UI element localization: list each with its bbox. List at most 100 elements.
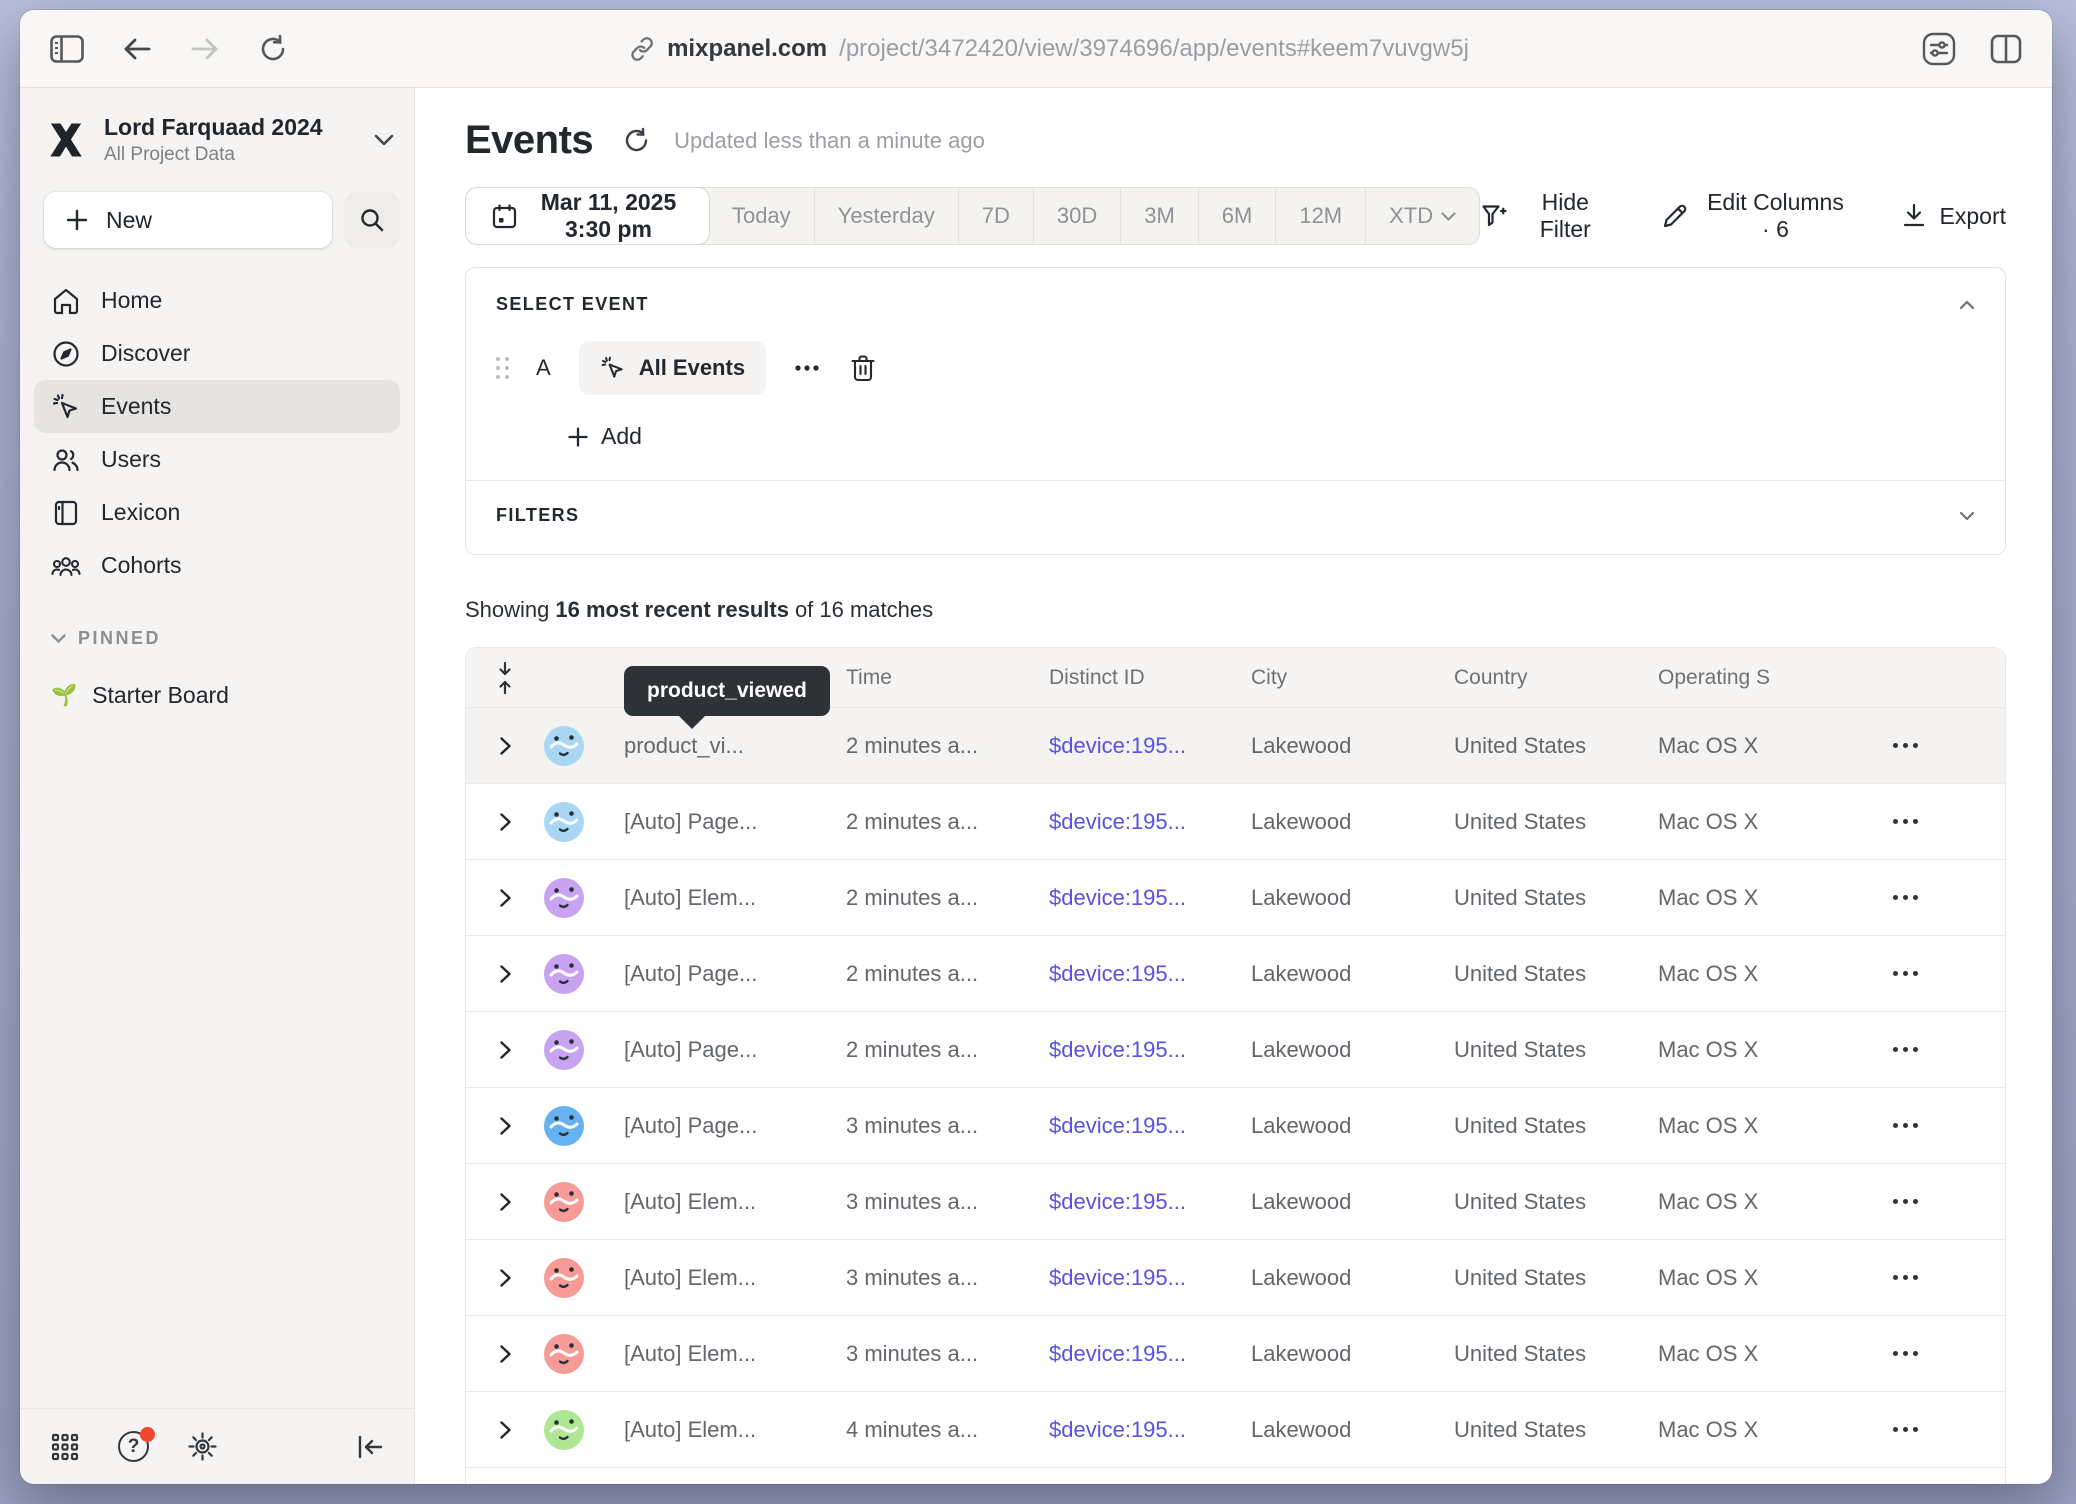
sidebar-item-starter-board[interactable]: 🌱 Starter Board bbox=[34, 669, 400, 721]
range-today[interactable]: Today bbox=[709, 188, 814, 244]
browser-forward-button[interactable] bbox=[190, 36, 220, 62]
expand-cell-wrap bbox=[466, 1420, 544, 1440]
search-button[interactable] bbox=[344, 192, 400, 248]
hide-filter-button[interactable]: Hide Filter bbox=[1480, 189, 1609, 243]
sprout-icon: 🌱 bbox=[51, 685, 77, 706]
distinct-id-link[interactable]: $device:195... bbox=[1049, 885, 1251, 911]
delete-event-button[interactable] bbox=[850, 354, 876, 382]
row-more-options-button[interactable] bbox=[1861, 971, 1918, 976]
expand-row-button[interactable] bbox=[499, 964, 512, 984]
sidebar-item-cohorts[interactable]: Cohorts bbox=[34, 539, 400, 592]
sort-order-icon[interactable] bbox=[495, 661, 515, 695]
expand-filters-button[interactable] bbox=[1959, 511, 1975, 521]
drag-handle-icon[interactable] bbox=[496, 357, 510, 380]
row-more-options-button[interactable] bbox=[1861, 1275, 1918, 1280]
distinct-id-link[interactable]: $device:195... bbox=[1049, 1037, 1251, 1063]
distinct-id-link[interactable]: $device:195... bbox=[1049, 1189, 1251, 1215]
distinct-id-link[interactable]: $device:195... bbox=[1049, 1113, 1251, 1139]
row-more-options-button[interactable] bbox=[1861, 1199, 1918, 1204]
table-row[interactable]: [Auto] Page...2 minutes a...$device:195.… bbox=[466, 936, 2005, 1012]
export-button[interactable]: Export bbox=[1901, 202, 2006, 230]
browser-reload-button[interactable] bbox=[258, 34, 288, 64]
project-switcher[interactable]: Lord Farquaad 2024 All Project Data bbox=[44, 114, 394, 166]
expand-row-button[interactable] bbox=[499, 1420, 512, 1440]
forward-arrow-icon bbox=[190, 36, 220, 62]
address-bar[interactable]: mixpanel.com/project/3472420/view/397469… bbox=[603, 35, 1469, 63]
table-row[interactable]: [Auto] Page...2 minutes a...$device:195.… bbox=[466, 1012, 2005, 1088]
expand-row-button[interactable] bbox=[499, 736, 512, 756]
sidebar-item-home[interactable]: Home bbox=[34, 274, 400, 327]
project-subtitle: All Project Data bbox=[104, 144, 323, 166]
browser-back-button[interactable] bbox=[122, 36, 152, 62]
distinct-id-link[interactable]: $device:195... bbox=[1049, 1265, 1251, 1291]
range-yesterday[interactable]: Yesterday bbox=[814, 188, 958, 244]
settings-button[interactable] bbox=[187, 1431, 218, 1462]
apps-grid-button[interactable] bbox=[50, 1432, 80, 1462]
os-cell: Mac OS X bbox=[1658, 1265, 1861, 1291]
new-button[interactable]: New bbox=[44, 192, 332, 248]
row-more-options-button[interactable] bbox=[1861, 1123, 1918, 1128]
expand-row-button[interactable] bbox=[499, 1192, 512, 1212]
row-more-options-button[interactable] bbox=[1861, 819, 1918, 824]
distinct-id-link[interactable]: $device:195... bbox=[1049, 733, 1251, 759]
table-row-partial[interactable] bbox=[466, 1468, 2005, 1484]
browser-split-view-button[interactable] bbox=[1990, 34, 2022, 64]
sidebar-item-events[interactable]: Events bbox=[34, 380, 400, 433]
table-row[interactable]: [Auto] Elem...3 minutes a...$device:195.… bbox=[466, 1164, 2005, 1240]
sidebar-item-label: Users bbox=[101, 446, 161, 473]
row-more-options-button[interactable] bbox=[1861, 1047, 1918, 1052]
collapse-sidebar-button[interactable] bbox=[356, 1434, 384, 1460]
sidebar-item-users[interactable]: Users bbox=[34, 433, 400, 486]
row-more-options-button[interactable] bbox=[1861, 1351, 1918, 1356]
expand-row-button[interactable] bbox=[499, 1344, 512, 1364]
table-row[interactable]: [Auto] Elem...3 minutes a...$device:195.… bbox=[466, 1240, 2005, 1316]
row-more-options-button[interactable] bbox=[1861, 895, 1918, 900]
range-3m[interactable]: 3M bbox=[1120, 188, 1198, 244]
add-event-button[interactable]: Add bbox=[568, 423, 642, 450]
range-12m[interactable]: 12M bbox=[1275, 188, 1365, 244]
pinned-section-header[interactable]: PINNED bbox=[51, 628, 400, 649]
collapse-select-event-button[interactable] bbox=[1959, 300, 1975, 310]
chevron-down-icon bbox=[1441, 212, 1456, 221]
table-row[interactable]: [Auto] Page...3 minutes a...$device:195.… bbox=[466, 1088, 2005, 1164]
expand-row-button[interactable] bbox=[499, 812, 512, 832]
refresh-icon bbox=[623, 127, 650, 154]
date-picker-button[interactable]: Mar 11, 2025 3:30 pm bbox=[465, 187, 710, 245]
range-xtd[interactable]: XTD bbox=[1365, 188, 1479, 244]
range-30d[interactable]: 30D bbox=[1033, 188, 1120, 244]
help-button[interactable]: ? bbox=[118, 1431, 149, 1462]
row-more-options-button[interactable] bbox=[1861, 1427, 1918, 1432]
row-more-options-button[interactable] bbox=[1861, 743, 1918, 748]
more-cell-wrap bbox=[1861, 743, 2005, 748]
header-country: Country bbox=[1454, 666, 1658, 690]
browser-page-settings-button[interactable] bbox=[1922, 32, 1956, 66]
collapse-sidebar-icon bbox=[356, 1434, 384, 1460]
event-more-options-button[interactable] bbox=[794, 364, 820, 372]
expand-cell-wrap bbox=[466, 1268, 544, 1288]
table-row[interactable]: [Auto] Elem...2 minutes a...$device:195.… bbox=[466, 860, 2005, 936]
sidebar-item-discover[interactable]: Discover bbox=[34, 327, 400, 380]
range-6m[interactable]: 6M bbox=[1198, 188, 1276, 244]
edit-columns-button[interactable]: Edit Columns · 6 bbox=[1661, 189, 1848, 243]
expand-row-button[interactable] bbox=[499, 888, 512, 908]
expand-row-button[interactable] bbox=[499, 1116, 512, 1136]
table-row[interactable]: [Auto] Elem...4 minutes a...$device:195.… bbox=[466, 1392, 2005, 1468]
sidebar: Lord Farquaad 2024 All Project Data New bbox=[20, 88, 415, 1484]
distinct-id-link[interactable]: $device:195... bbox=[1049, 961, 1251, 987]
distinct-id-link[interactable]: $device:195... bbox=[1049, 1341, 1251, 1367]
expand-row-button[interactable] bbox=[499, 1268, 512, 1288]
browser-sidebar-toggle-button[interactable] bbox=[50, 35, 84, 63]
sidebar-item-label: Lexicon bbox=[101, 499, 180, 526]
refresh-button[interactable] bbox=[623, 127, 650, 154]
event-selector-pill[interactable]: All Events bbox=[579, 341, 766, 395]
table-row[interactable]: [Auto] Elem...3 minutes a...$device:195.… bbox=[466, 1316, 2005, 1392]
sidebar-item-lexicon[interactable]: Lexicon bbox=[34, 486, 400, 539]
results-summary-suffix: of 16 matches bbox=[795, 597, 933, 622]
reload-icon bbox=[258, 34, 288, 64]
range-7d[interactable]: 7D bbox=[958, 188, 1033, 244]
distinct-id-link[interactable]: $device:195... bbox=[1049, 1417, 1251, 1443]
expand-cell-wrap bbox=[466, 812, 544, 832]
table-row[interactable]: [Auto] Page...2 minutes a...$device:195.… bbox=[466, 784, 2005, 860]
distinct-id-link[interactable]: $device:195... bbox=[1049, 809, 1251, 835]
expand-row-button[interactable] bbox=[499, 1040, 512, 1060]
